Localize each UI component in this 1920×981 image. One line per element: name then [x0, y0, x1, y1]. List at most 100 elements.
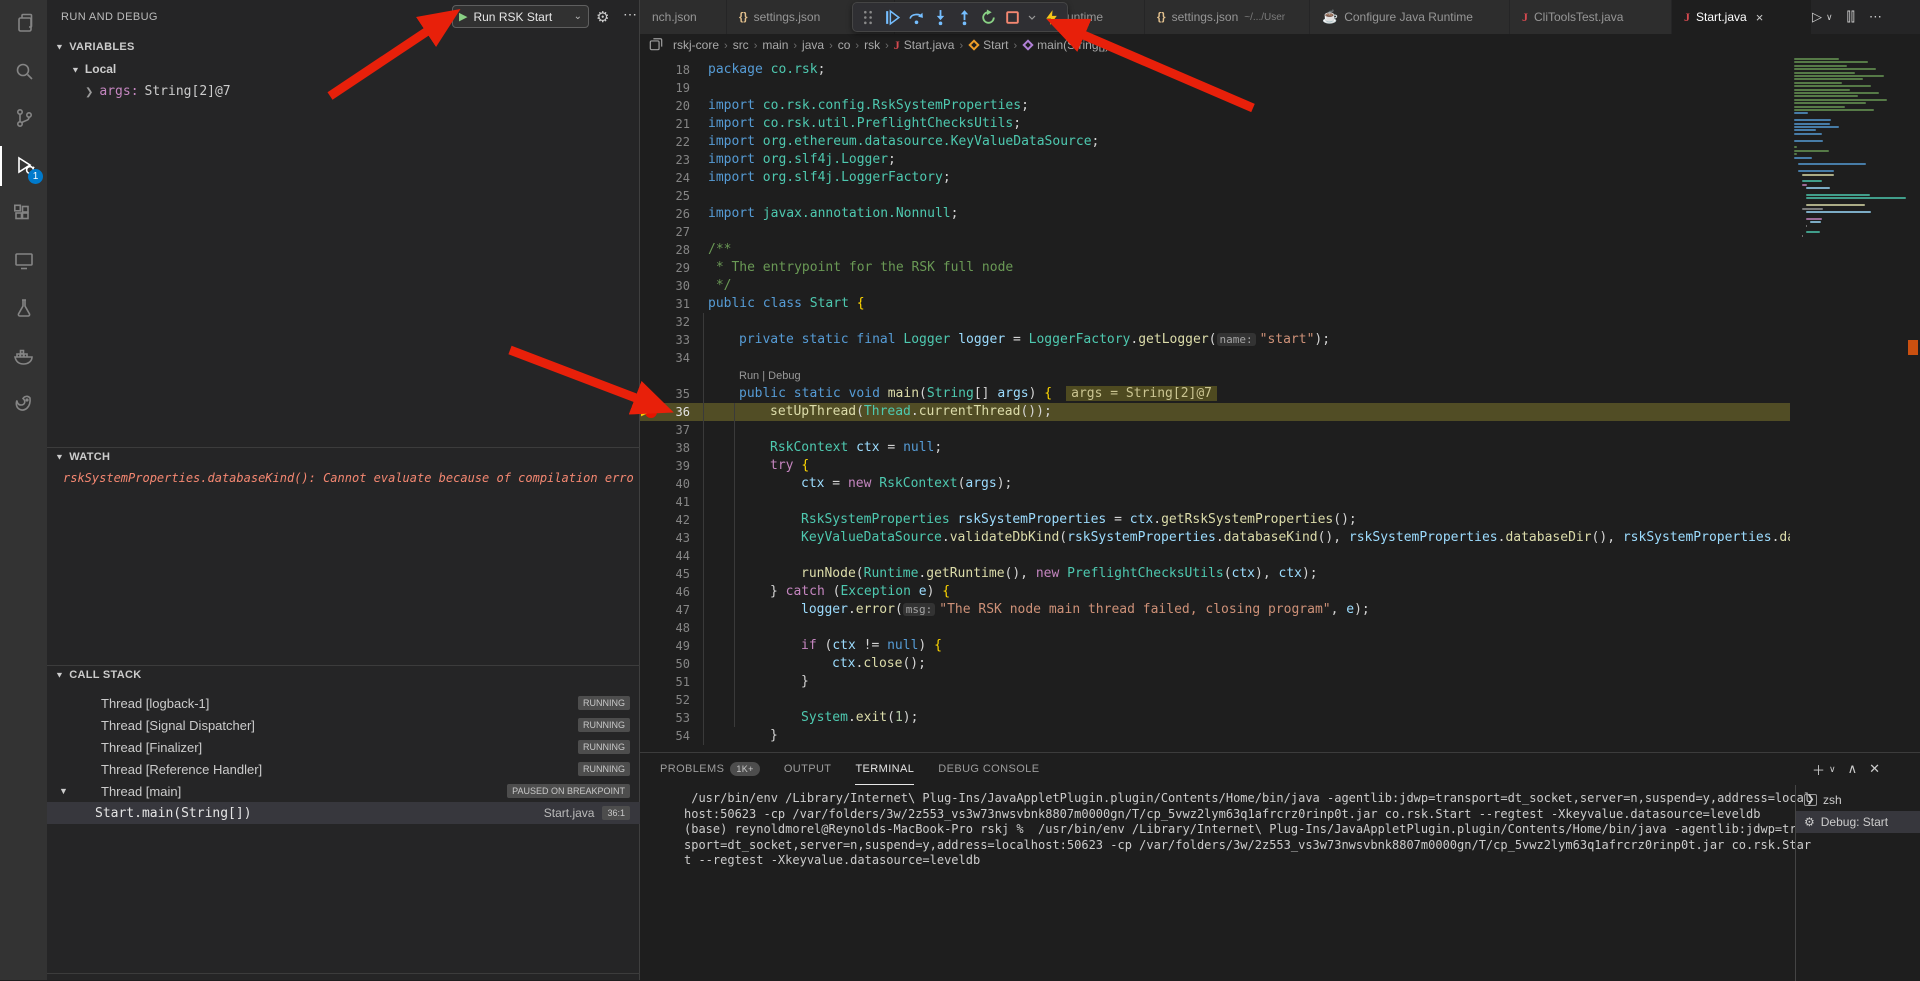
code-line-48[interactable]: 48	[640, 619, 1790, 637]
panel-tab-debug-console[interactable]: DEBUG CONSOLE	[938, 753, 1039, 785]
gutter-glyph[interactable]	[640, 493, 664, 511]
breadcrumb-item[interactable]: rskj-core	[673, 38, 719, 52]
code-line-31[interactable]: 31public class Start {	[640, 295, 1790, 313]
gradle-icon[interactable]	[0, 383, 47, 423]
codelens-run-debug[interactable]: Run | Debug	[690, 367, 1790, 385]
code-line-50[interactable]: 50ctx.close();	[640, 655, 1790, 673]
gutter-glyph[interactable]	[640, 727, 664, 745]
gutter-glyph[interactable]	[640, 619, 664, 637]
call-stack-thread-row[interactable]: Thread [Reference Handler]RUNNING	[47, 758, 640, 780]
code-line-32[interactable]: 32	[640, 313, 1790, 331]
code-line-21[interactable]: 21import co.rsk.util.PreflightChecksUtil…	[640, 115, 1790, 133]
run-debug-icon[interactable]: 1	[0, 146, 47, 186]
debug-settings-gear-icon[interactable]: ⚙	[596, 8, 609, 26]
explorer-icon[interactable]	[0, 3, 47, 43]
gutter-glyph[interactable]	[640, 457, 664, 475]
stop-dropdown-icon[interactable]	[1026, 5, 1038, 29]
gutter-glyph[interactable]	[640, 421, 664, 439]
call-stack-thread-row[interactable]: Thread [Signal Dispatcher]RUNNING	[47, 714, 640, 736]
tab-configure-java-runtime[interactable]: ☕Configure Java Runtime	[1310, 0, 1510, 34]
call-stack-frame-row[interactable]: Start.main(String[])Start.java36:1	[47, 802, 640, 824]
restart-icon[interactable]	[978, 5, 999, 29]
docker-icon[interactable]	[0, 336, 47, 376]
gutter-glyph[interactable]	[640, 637, 664, 655]
minimap[interactable]	[1790, 56, 1900, 286]
breadcrumb-item[interactable]: src	[733, 38, 749, 52]
code-line-43[interactable]: 43KeyValueDataSource.validateDbKind(rskS…	[640, 529, 1790, 547]
code-line-30[interactable]: 30 */	[640, 277, 1790, 295]
gutter-glyph[interactable]	[640, 295, 664, 313]
code-line-41[interactable]: 41	[640, 493, 1790, 511]
gutter-glyph[interactable]	[640, 691, 664, 709]
code-line-29[interactable]: 29 * The entrypoint for the RSK full nod…	[640, 259, 1790, 277]
terminal-output[interactable]: /usr/bin/env /Library/Internet\ Plug-Ins…	[684, 791, 1790, 869]
code-line-37[interactable]: 37	[640, 421, 1790, 439]
more-actions-icon[interactable]: ⋯	[623, 6, 638, 23]
watch-section-header[interactable]: ▼WATCH	[55, 451, 110, 463]
code-line-40[interactable]: 40ctx = new RskContext(args);	[640, 475, 1790, 493]
extensions-icon[interactable]	[0, 193, 47, 233]
code-line-35[interactable]: 35public static void main(String[] args)…	[640, 385, 1790, 403]
code-line-28[interactable]: 28/**	[640, 241, 1790, 259]
code-line-20[interactable]: 20import co.rsk.config.RskSystemProperti…	[640, 97, 1790, 115]
gutter-glyph[interactable]	[640, 79, 664, 97]
code-line-49[interactable]: 49if (ctx != null) {	[640, 637, 1790, 655]
breadcrumb-item[interactable]: java	[802, 38, 824, 52]
gutter-glyph[interactable]	[640, 601, 664, 619]
variables-scope-local[interactable]: ▼Local	[71, 62, 116, 76]
open-editors-icon[interactable]	[649, 37, 663, 54]
gutter-glyph[interactable]	[640, 169, 664, 187]
panel-tab-terminal[interactable]: TERMINAL	[855, 753, 914, 785]
code-line-36[interactable]: ▶36setUpThread(Thread.currentThread());	[640, 403, 1790, 421]
code-line-46[interactable]: 46} catch (Exception e) {	[640, 583, 1790, 601]
gutter-glyph[interactable]	[640, 187, 664, 205]
gutter-glyph[interactable]	[640, 439, 664, 457]
breadcrumb-item[interactable]: Start.java	[904, 38, 955, 52]
gutter-glyph[interactable]	[640, 241, 664, 259]
code-line-24[interactable]: 24import org.slf4j.LoggerFactory;	[640, 169, 1790, 187]
maximize-panel-icon[interactable]: ∧	[1848, 761, 1858, 777]
gutter-glyph[interactable]	[640, 331, 664, 349]
gutter-glyph[interactable]	[640, 583, 664, 601]
code-line-38[interactable]: 38RskContext ctx = null;	[640, 439, 1790, 457]
gutter-glyph[interactable]	[640, 313, 664, 331]
drag-handle-icon[interactable]	[858, 5, 879, 29]
code-line-23[interactable]: 23import org.slf4j.Logger;	[640, 151, 1790, 169]
call-stack-section-header[interactable]: ▼CALL STACK	[55, 669, 141, 681]
gutter-glyph[interactable]: ▶	[640, 403, 664, 421]
gutter-glyph[interactable]	[640, 385, 664, 403]
step-over-icon[interactable]	[906, 5, 927, 29]
watch-expression-error[interactable]: rskSystemProperties.databaseKind(): Cann…	[63, 471, 633, 485]
panel-tab-problems[interactable]: PROBLEMS1K+	[660, 753, 760, 785]
code-line-27[interactable]: 27	[640, 223, 1790, 241]
code-line-53[interactable]: 53System.exit(1);	[640, 709, 1790, 727]
gutter-glyph[interactable]	[640, 223, 664, 241]
code-line-39[interactable]: 39try {	[640, 457, 1790, 475]
gutter-glyph[interactable]	[640, 151, 664, 169]
gutter-glyph[interactable]	[640, 133, 664, 151]
terminal-instance-zsh[interactable]: ❯zsh	[1796, 789, 1920, 811]
remote-explorer-icon[interactable]	[0, 241, 47, 281]
gutter-glyph[interactable]	[640, 205, 664, 223]
step-out-icon[interactable]	[954, 5, 975, 29]
code-line-51[interactable]: 51}	[640, 673, 1790, 691]
code-line-44[interactable]: 44	[640, 547, 1790, 565]
more-actions-icon[interactable]: ⋯	[1869, 9, 1882, 25]
continue-icon[interactable]	[882, 5, 903, 29]
gutter-glyph[interactable]	[640, 259, 664, 277]
code-line-47[interactable]: 47logger.error(msg:"The RSK node main th…	[640, 601, 1790, 619]
panel-tab-output[interactable]: OUTPUT	[784, 753, 832, 785]
code-line-22[interactable]: 22import org.ethereum.datasource.KeyValu…	[640, 133, 1790, 151]
gutter-glyph[interactable]	[640, 529, 664, 547]
source-control-icon[interactable]	[0, 98, 47, 138]
run-dropdown-icon[interactable]: ∨	[1826, 12, 1833, 23]
gutter-glyph[interactable]	[640, 61, 664, 79]
gutter-glyph[interactable]	[640, 115, 664, 133]
call-stack-thread-row[interactable]: Thread [logback-1]RUNNING	[47, 692, 640, 714]
code-line-54[interactable]: 54}	[640, 727, 1790, 745]
new-terminal-icon[interactable]: ＋	[1812, 760, 1825, 779]
variables-section-header[interactable]: ▼VARIABLES	[55, 41, 135, 53]
call-stack-thread-row[interactable]: ▼Thread [main]PAUSED ON BREAKPOINT	[47, 780, 640, 802]
gutter-glyph[interactable]	[640, 475, 664, 493]
terminal-instance-debugstart[interactable]: ⚙Debug: Start	[1796, 811, 1920, 833]
